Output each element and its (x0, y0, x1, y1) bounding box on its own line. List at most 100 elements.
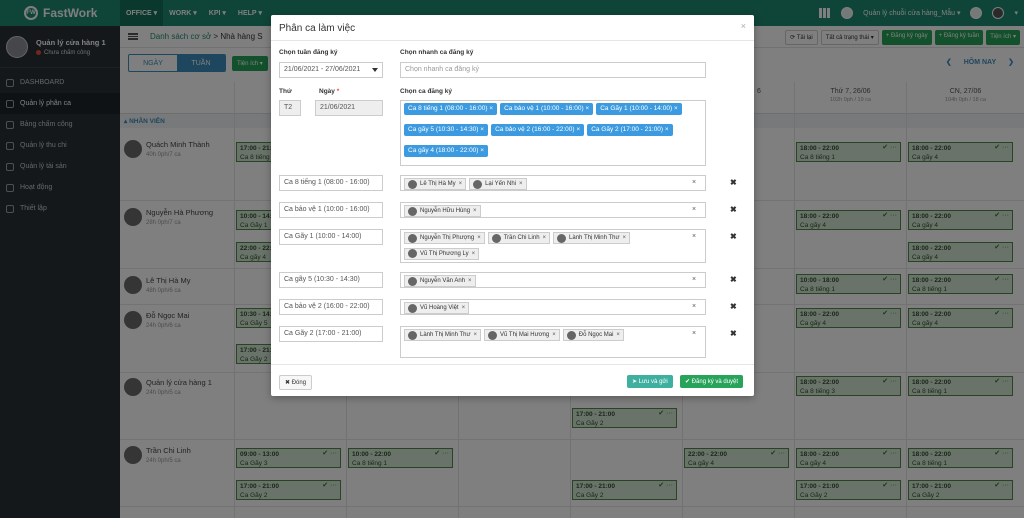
assignment-people-input[interactable]: Vũ Hoàng Việt × (400, 299, 706, 315)
clear-people-icon[interactable]: × (692, 206, 696, 213)
assignment-people-input[interactable]: Lê Thị Hà My × Lại Yến Nhi × (400, 175, 706, 191)
clear-people-icon[interactable]: × (692, 233, 696, 240)
person-name: Lành Thị Minh Thư (569, 235, 620, 241)
assignment-people-input[interactable]: Lành Thị Minh Thư × Vũ Thị Mai Hương × Đỗ Ng… (400, 326, 706, 358)
quick-select-placeholder: Chọn nhanh ca đăng ký (405, 66, 479, 73)
assignment-people-input[interactable]: Nguyễn Thị Phượng × Trần Chi Linh × Lành Thị… (400, 229, 706, 263)
modal-title: Phân ca làm việc (271, 15, 754, 41)
person-avatar-icon (408, 179, 417, 189)
remove-person-icon[interactable]: × (459, 181, 463, 187)
remove-tag-icon[interactable]: × (584, 105, 589, 112)
remove-person-icon[interactable]: × (623, 235, 627, 241)
person-avatar-icon (408, 330, 417, 340)
selected-shift-tag[interactable]: Ca bảo vệ 1 (10:00 - 16:00) × (500, 103, 594, 115)
selected-shift-tag[interactable]: Ca Gãy 1 (10:00 - 14:00) × (596, 103, 682, 115)
remove-person-icon[interactable]: × (477, 235, 481, 241)
person-avatar-icon (408, 276, 417, 286)
shift-tags-input[interactable]: Ca 8 tiếng 1 (08:00 - 16:00) × Ca bảo vệ … (400, 100, 706, 166)
person-name: Nguyễn Văn Anh (420, 278, 466, 284)
clear-people-icon[interactable]: × (692, 179, 696, 186)
weekday-field: T2 (279, 100, 301, 116)
assignment-shift-field: Ca Gãy 1 (10:00 - 14:00) (279, 229, 383, 245)
assignment-shift-field: Ca 8 tiếng 1 (08:00 - 16:00) (279, 175, 383, 191)
remove-tag-icon[interactable]: × (478, 147, 484, 154)
clear-people-icon[interactable]: × (692, 330, 696, 337)
remove-tag-icon[interactable]: × (488, 105, 493, 112)
register-and-approve-button[interactable]: ✔ Đăng ký và duyệt (680, 375, 744, 388)
assignment-shift-field: Ca bảo vệ 2 (16:00 - 22:00) (279, 299, 383, 315)
remove-tag-icon[interactable]: × (575, 126, 580, 133)
selected-shift-tag[interactable]: Ca 8 tiếng 1 (08:00 - 16:00) × (404, 103, 498, 115)
person-tag[interactable]: Vũ Thị Mai Hương × (484, 329, 560, 341)
caret-down-icon (372, 68, 378, 72)
person-name: Vũ Thị Mai Hương (500, 332, 550, 338)
save-and-send-button[interactable]: ➤ Lưu và gửi (627, 375, 673, 388)
quick-select-input[interactable]: Chọn nhanh ca đăng ký (400, 62, 706, 78)
person-tag[interactable]: Nguyễn Văn Anh × (404, 275, 476, 287)
assignment-people-input[interactable]: Nguyễn Văn Anh × (400, 272, 706, 288)
selected-shift-label: Ca gãy 4 (18:00 - 22:00) (408, 147, 479, 154)
selected-shift-label: Ca gãy 5 (10:30 - 14:30) (408, 126, 479, 133)
week-select[interactable]: 21/06/2021 - 27/06/2021 (279, 62, 383, 78)
delete-row-icon[interactable]: ✖ (730, 232, 737, 241)
remove-tag-icon[interactable]: × (478, 126, 484, 133)
remove-person-icon[interactable]: × (468, 278, 472, 284)
shift-select-label: Chọn ca đăng ký (400, 88, 453, 95)
remove-person-icon[interactable]: × (474, 332, 478, 338)
person-avatar-icon (408, 233, 417, 243)
selected-shift-label: Ca bảo vệ 2 (16:00 - 22:00) (495, 126, 575, 133)
date-label: Ngày * (319, 88, 339, 95)
person-tag[interactable]: Vũ Thị Phương Ly × (404, 247, 480, 260)
weekday-label: Thứ (279, 88, 292, 95)
clear-people-icon[interactable]: × (692, 303, 696, 310)
person-avatar-icon (408, 206, 417, 216)
close-button[interactable]: ✖ Đóng (279, 375, 313, 390)
delete-row-icon[interactable]: ✖ (730, 275, 737, 284)
remove-person-icon[interactable]: × (473, 208, 477, 214)
person-avatar-icon (491, 233, 501, 243)
person-tag[interactable]: Lành Thị Minh Thư × (404, 329, 482, 341)
send-icon: ➤ (632, 379, 638, 385)
person-name: Lê Thị Hà My (420, 181, 456, 187)
delete-row-icon[interactable]: ✖ (730, 178, 737, 187)
person-avatar-icon (488, 330, 498, 340)
person-tag[interactable]: Trần Chi Linh × (487, 232, 551, 244)
assignment-shift-field: Ca bảo vệ 1 (10:00 - 16:00) (279, 202, 383, 218)
person-tag[interactable]: Lại Yến Nhi × (469, 178, 527, 190)
delete-row-icon[interactable]: ✖ (730, 329, 737, 338)
assignment-people-input[interactable]: Nguyễn Hữu Hùng × (400, 202, 706, 218)
selected-shift-tag[interactable]: Ca bảo vệ 2 (16:00 - 22:00) × (491, 124, 585, 136)
person-tag[interactable]: Lê Thị Hà My × (404, 178, 467, 190)
person-avatar-icon (408, 249, 417, 258)
clear-people-icon[interactable]: × (692, 276, 696, 283)
remove-person-icon[interactable]: × (616, 332, 620, 338)
remove-tag-icon[interactable]: × (663, 126, 669, 133)
person-tag[interactable]: Nguyễn Hữu Hùng × (404, 205, 481, 217)
remove-tag-icon[interactable]: × (672, 105, 678, 112)
person-tag[interactable]: Vũ Hoàng Việt × (404, 302, 470, 314)
delete-row-icon[interactable]: ✖ (730, 302, 737, 311)
selected-shift-tag[interactable]: Ca gãy 5 (10:30 - 14:30) × (404, 124, 489, 136)
selected-shift-label: Ca 8 tiếng 1 (08:00 - 16:00) (408, 105, 488, 112)
shift-assignment-modal: Phân ca làm việc × Chọn tuần đăng ký 21/… (271, 15, 754, 396)
remove-person-icon[interactable]: × (462, 305, 466, 311)
person-avatar-icon (473, 179, 483, 189)
person-avatar-icon (566, 330, 576, 340)
person-tag[interactable]: Đỗ Ngọc Mai × (562, 329, 624, 341)
remove-person-icon[interactable]: × (552, 332, 556, 338)
person-tag[interactable]: Nguyễn Thị Phượng × (404, 232, 485, 244)
date-label-text: Ngày (319, 88, 335, 95)
remove-person-icon[interactable]: × (472, 251, 476, 257)
close-label: Đóng (291, 380, 307, 386)
remove-person-icon[interactable]: × (543, 235, 547, 241)
remove-person-icon[interactable]: × (519, 181, 523, 187)
person-name: Vũ Thị Phương Ly (420, 250, 469, 257)
selected-shift-tag[interactable]: Ca Gãy 2 (17:00 - 21:00) × (587, 124, 673, 136)
selected-shift-tag[interactable]: Ca gãy 4 (18:00 - 22:00) × (404, 145, 489, 157)
close-icon[interactable]: × (741, 21, 746, 31)
delete-row-icon[interactable]: ✖ (730, 205, 737, 214)
person-name: Nguyễn Hữu Hùng (420, 208, 471, 214)
person-name: Vũ Hoàng Việt (420, 305, 459, 311)
person-tag[interactable]: Lành Thị Minh Thư × (553, 232, 631, 244)
selected-shift-label: Ca bảo vệ 1 (10:00 - 16:00) (504, 105, 584, 112)
